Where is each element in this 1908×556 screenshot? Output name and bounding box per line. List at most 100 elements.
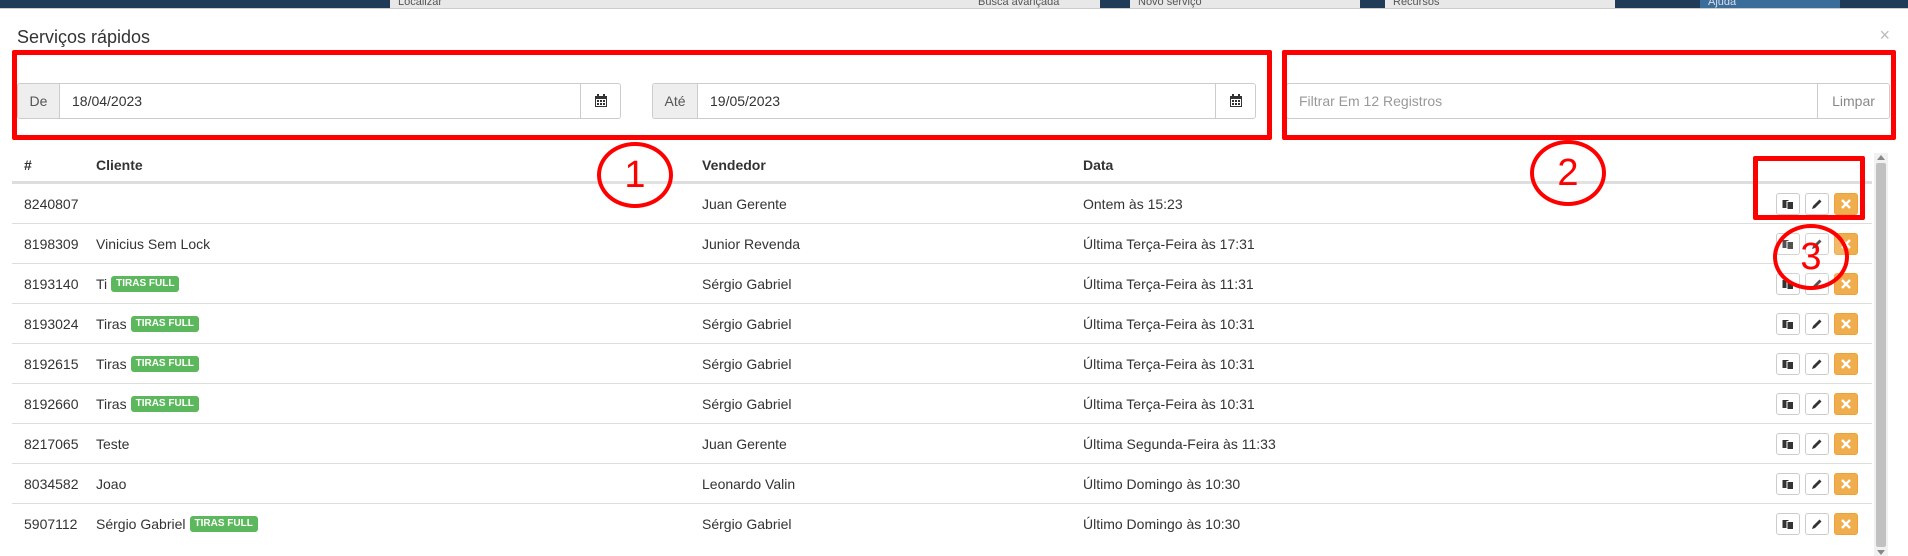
table-row[interactable]: 8198309 Vinicius Sem Lock Junior Revenda… [12, 223, 1872, 263]
row-seller: Sérgio Gabriel [702, 315, 792, 332]
row-client: Joao [96, 464, 126, 503]
copy-button[interactable] [1776, 392, 1800, 415]
client-name: Ti [96, 275, 108, 292]
scroll-down-arrow[interactable] [1877, 550, 1885, 555]
copy-button[interactable] [1776, 352, 1800, 375]
row-id: 8034582 [24, 475, 79, 492]
row-id: 8198309 [24, 235, 79, 252]
to-date-label: Até [653, 84, 698, 118]
copy-icon [1782, 279, 1794, 290]
tiras-full-badge: TIRAS FULL [130, 355, 199, 372]
tiras-full-badge: TIRAS FULL [130, 395, 199, 412]
table-row[interactable]: 8034582 Joao Leonardo Valin Último Domin… [12, 463, 1872, 503]
row-date: Última Segunda-Feira às 11:33 [1083, 435, 1276, 452]
pencil-icon [1812, 479, 1822, 489]
from-calendar-button[interactable] [580, 84, 620, 118]
copy-icon [1782, 319, 1794, 330]
delete-button[interactable] [1834, 352, 1858, 375]
pencil-icon [1812, 359, 1822, 369]
background-resources-label: Recursos [1393, 0, 1440, 8]
header-id: # [24, 157, 32, 173]
row-id: 8193140 [24, 275, 79, 292]
table-row[interactable]: 8192660 Tiras TIRAS FULL Sérgio Gabriel Ú… [12, 383, 1872, 423]
edit-button[interactable] [1805, 392, 1829, 415]
copy-button[interactable] [1776, 512, 1800, 535]
row-date: Último Domingo às 10:30 [1083, 515, 1241, 532]
row-date: Última Terça-Feira às 10:31 [1083, 355, 1255, 372]
copy-icon [1782, 479, 1794, 490]
copy-icon [1782, 439, 1794, 450]
delete-button[interactable] [1834, 432, 1858, 455]
copy-button[interactable] [1776, 432, 1800, 455]
modal-close-button[interactable]: × [1879, 25, 1890, 46]
row-id: 5907112 [24, 515, 78, 532]
calendar-icon [1229, 94, 1242, 107]
scroll-up-arrow[interactable] [1877, 155, 1885, 160]
row-date: Última Terça-Feira às 17:31 [1083, 235, 1255, 252]
table-row[interactable]: 8240807 Juan Gerente Ontem às 15:23 [12, 183, 1872, 223]
row-seller: Junior Revenda [702, 235, 801, 252]
client-name: Joao [96, 475, 127, 492]
edit-button[interactable] [1805, 472, 1829, 495]
from-date-input[interactable] [60, 84, 580, 118]
row-actions [1776, 424, 1858, 463]
edit-button[interactable] [1805, 192, 1829, 215]
edit-button[interactable] [1805, 232, 1829, 255]
row-actions [1776, 304, 1858, 343]
clear-filter-button[interactable]: Limpar [1817, 84, 1889, 118]
background-advanced-search-label: Busca avançada [978, 0, 1060, 8]
background-new-service-label: Novo serviço [1138, 0, 1202, 8]
table-scrollbar[interactable] [1874, 153, 1888, 556]
table-row[interactable]: 8217065 Teste Juan Gerente Última Segund… [12, 423, 1872, 463]
row-client: Teste [96, 424, 129, 463]
table-header: # Cliente Vendedor Data [12, 149, 1872, 183]
copy-icon [1782, 399, 1794, 410]
client-name: Tiras [96, 315, 127, 332]
copy-button[interactable] [1776, 472, 1800, 495]
row-client: Sérgio Gabriel TIRAS FULL [96, 504, 258, 542]
row-actions [1776, 464, 1858, 503]
delete-button[interactable] [1834, 272, 1858, 295]
client-name: Tiras [96, 355, 127, 372]
row-id: 8193024 [24, 315, 79, 332]
table-row[interactable]: 5907112 Sérgio Gabriel TIRAS FULL Sérgio … [12, 503, 1872, 542]
records-filter-input[interactable] [1287, 84, 1817, 118]
delete-button[interactable] [1834, 192, 1858, 215]
row-date: Ontem às 15:23 [1083, 195, 1183, 212]
table-row[interactable]: 8193024 Tiras TIRAS FULL Sérgio Gabriel Ú… [12, 303, 1872, 343]
close-icon [1841, 478, 1851, 489]
edit-button[interactable] [1805, 432, 1829, 455]
close-icon [1841, 358, 1851, 369]
copy-button[interactable] [1776, 192, 1800, 215]
delete-button[interactable] [1834, 312, 1858, 335]
edit-button[interactable] [1805, 312, 1829, 335]
table-row[interactable]: 8193140 Ti TIRAS FULL Sérgio Gabriel Últi… [12, 263, 1872, 303]
client-name: Tiras [96, 395, 127, 412]
edit-button[interactable] [1805, 512, 1829, 535]
row-client: Tiras TIRAS FULL [96, 384, 199, 423]
background-search-placeholder: Localizar [398, 0, 443, 8]
to-calendar-button[interactable] [1215, 84, 1255, 118]
row-seller: Leonardo Valin [702, 475, 796, 492]
delete-button[interactable] [1834, 512, 1858, 535]
header-seller: Vendedor [702, 157, 766, 173]
delete-button[interactable] [1834, 232, 1858, 255]
client-name: Vinicius Sem Lock [96, 235, 211, 252]
copy-button[interactable] [1776, 272, 1800, 295]
row-client: Ti TIRAS FULL [96, 264, 180, 303]
row-id: 8240807 [24, 195, 79, 212]
edit-button[interactable] [1805, 352, 1829, 375]
copy-button[interactable] [1776, 232, 1800, 255]
edit-button[interactable] [1805, 272, 1829, 295]
header-client: Cliente [96, 157, 143, 173]
delete-button[interactable] [1834, 392, 1858, 415]
scroll-thumb[interactable] [1876, 163, 1886, 547]
table-row[interactable]: 8192615 Tiras TIRAS FULL Sérgio Gabriel Ú… [12, 343, 1872, 383]
copy-button[interactable] [1776, 312, 1800, 335]
client-name: Teste [96, 435, 130, 452]
to-date-input[interactable] [698, 84, 1215, 118]
to-date-group: Até [652, 83, 1256, 119]
row-seller: Sérgio Gabriel [702, 515, 792, 532]
close-icon [1841, 438, 1851, 449]
delete-button[interactable] [1834, 472, 1858, 495]
